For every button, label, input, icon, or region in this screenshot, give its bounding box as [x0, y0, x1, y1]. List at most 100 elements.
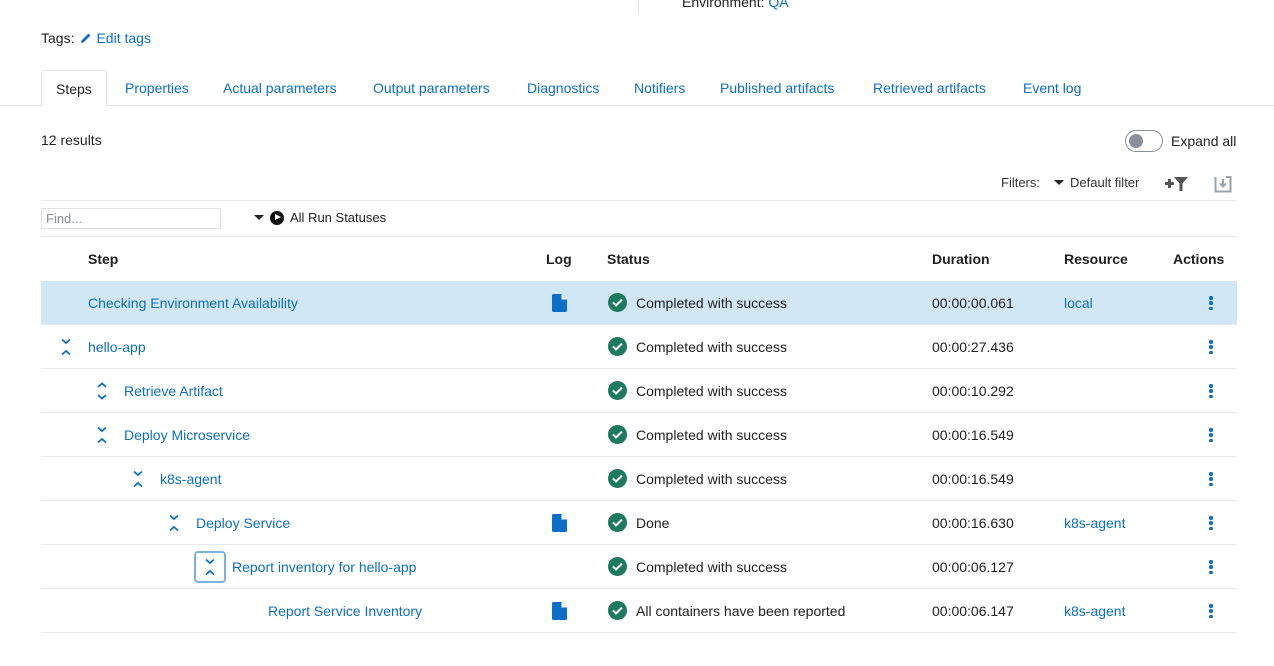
step-name-link[interactable]: Checking Environment Availability: [88, 295, 298, 311]
duration-value: 00:00:16.549: [932, 427, 1014, 443]
edit-tags-link[interactable]: Edit tags: [80, 30, 151, 46]
more-actions-icon[interactable]: [1205, 601, 1217, 621]
status-cell: Done: [608, 513, 669, 532]
duration-value: 00:00:10.292: [932, 383, 1014, 399]
status-cell: Completed with success: [608, 425, 787, 444]
table-row[interactable]: Report Service Inventory All containers …: [41, 589, 1237, 633]
step-name-link[interactable]: Deploy Microservice: [124, 427, 250, 443]
divider: [41, 200, 1237, 201]
tab-steps[interactable]: Steps: [41, 70, 107, 107]
resource-link[interactable]: k8s-agent: [1064, 515, 1125, 531]
column-header-actions: Actions: [1173, 251, 1225, 267]
step-name-link[interactable]: k8s-agent: [160, 471, 221, 487]
status-text: Completed with success: [636, 470, 787, 487]
filter-select[interactable]: Default filter: [1054, 175, 1139, 190]
log-file-icon[interactable]: [552, 294, 567, 315]
caret-down-icon: [1054, 180, 1064, 185]
tab-output-parameters[interactable]: Output parameters: [373, 70, 490, 106]
duration-value: 00:00:16.549: [932, 471, 1014, 487]
collapse-icon[interactable]: [59, 337, 73, 357]
resource-link[interactable]: local: [1064, 295, 1093, 311]
export-icon: [1214, 176, 1232, 193]
success-check-icon: [608, 381, 627, 400]
status-text: Completed with success: [636, 426, 787, 443]
more-actions-icon[interactable]: [1205, 425, 1217, 445]
table-row[interactable]: k8s-agent Completed with success 00:00:1…: [41, 457, 1237, 501]
tab-actual-parameters[interactable]: Actual parameters: [223, 70, 337, 106]
tab-diagnostics[interactable]: Diagnostics: [527, 70, 599, 106]
step-name-link[interactable]: Retrieve Artifact: [124, 383, 223, 399]
more-actions-icon[interactable]: [1205, 381, 1217, 401]
pencil-icon: [81, 33, 91, 43]
step-name-link[interactable]: Deploy Service: [196, 515, 290, 531]
tab-notifiers[interactable]: Notifiers: [634, 70, 685, 106]
add-filter-icon: [1165, 177, 1188, 191]
log-file-icon[interactable]: [552, 514, 567, 535]
environment-info: Environment: QA: [682, 0, 789, 10]
tab-event-log[interactable]: Event log: [1023, 70, 1081, 106]
tags-section: Tags: Edit tags: [41, 30, 151, 46]
collapse-icon[interactable]: [167, 513, 181, 533]
success-check-icon: [608, 513, 627, 532]
status-cell: Completed with success: [608, 469, 787, 488]
more-actions-icon[interactable]: [1205, 293, 1217, 313]
log-file-icon[interactable]: [552, 602, 567, 623]
expand-icon[interactable]: [95, 381, 109, 401]
step-name-link[interactable]: Report Service Inventory: [268, 603, 422, 619]
more-actions-icon[interactable]: [1205, 469, 1217, 489]
tab-properties[interactable]: Properties: [125, 70, 189, 106]
steps-table: Checking Environment Availability Comple…: [41, 281, 1237, 633]
success-check-icon: [608, 557, 627, 576]
table-row[interactable]: Checking Environment Availability Comple…: [41, 281, 1237, 325]
caret-down-icon: [254, 215, 264, 220]
duration-value: 00:00:27.436: [932, 339, 1014, 355]
status-cell: Completed with success: [608, 293, 787, 312]
expand-all-toggle[interactable]: [1125, 130, 1163, 152]
table-row[interactable]: Deploy Microservice Completed with succe…: [41, 413, 1237, 457]
expand-all-label: Expand all: [1171, 133, 1237, 149]
tab-published-artifacts[interactable]: Published artifacts: [720, 70, 834, 106]
success-check-icon: [608, 337, 627, 356]
column-header-resource[interactable]: Resource: [1064, 251, 1128, 267]
more-actions-icon[interactable]: [1205, 557, 1217, 577]
step-name-link[interactable]: Report inventory for hello-app: [232, 559, 416, 575]
success-check-icon: [608, 425, 627, 444]
add-filter-button[interactable]: [1164, 175, 1190, 196]
collapse-icon[interactable]: [131, 469, 145, 489]
expand-all-control[interactable]: Expand all: [1125, 130, 1236, 152]
more-actions-icon[interactable]: [1205, 337, 1217, 357]
success-check-icon: [608, 601, 627, 620]
more-actions-icon[interactable]: [1205, 513, 1217, 533]
collapse-icon[interactable]: [95, 425, 109, 445]
status-text: All containers have been reported: [636, 602, 846, 619]
duration-value: 00:00:06.147: [932, 603, 1014, 619]
column-header-status[interactable]: Status: [607, 251, 650, 267]
table-row[interactable]: Deploy Service Done 00:00:16.630 k8s-age…: [41, 501, 1237, 545]
divider: [41, 236, 1237, 237]
duration-value: 00:00:06.127: [932, 559, 1014, 575]
success-check-icon: [608, 293, 627, 312]
header-divider: [638, 0, 639, 12]
environment-link[interactable]: QA: [768, 0, 788, 10]
find-input[interactable]: [41, 208, 221, 229]
table-row[interactable]: Report inventory for hello-app Completed…: [41, 545, 1237, 589]
tab-retrieved-artifacts[interactable]: Retrieved artifacts: [873, 70, 986, 106]
toggle-knob: [1129, 134, 1143, 148]
table-row[interactable]: Retrieve Artifact Completed with success…: [41, 369, 1237, 413]
run-status-filter[interactable]: All Run Statuses: [254, 210, 386, 225]
column-header-log: Log: [546, 251, 572, 267]
resource-link[interactable]: k8s-agent: [1064, 603, 1125, 619]
step-name-link[interactable]: hello-app: [88, 339, 146, 355]
duration-value: 00:00:00.061: [932, 295, 1014, 311]
status-text: Completed with success: [636, 294, 787, 311]
export-button[interactable]: [1214, 175, 1232, 196]
column-header-duration[interactable]: Duration: [932, 251, 990, 267]
table-row[interactable]: hello-app Completed with success 00:00:2…: [41, 325, 1237, 369]
environment-label: Environment:: [682, 0, 765, 10]
collapse-icon[interactable]: [194, 551, 226, 583]
run-status-filter-label: All Run Statuses: [290, 210, 387, 225]
filters-bar: Filters: Default filter: [1001, 175, 1139, 190]
column-header-step[interactable]: Step: [88, 251, 118, 267]
success-check-icon: [608, 469, 627, 488]
filters-label: Filters:: [1001, 175, 1040, 190]
